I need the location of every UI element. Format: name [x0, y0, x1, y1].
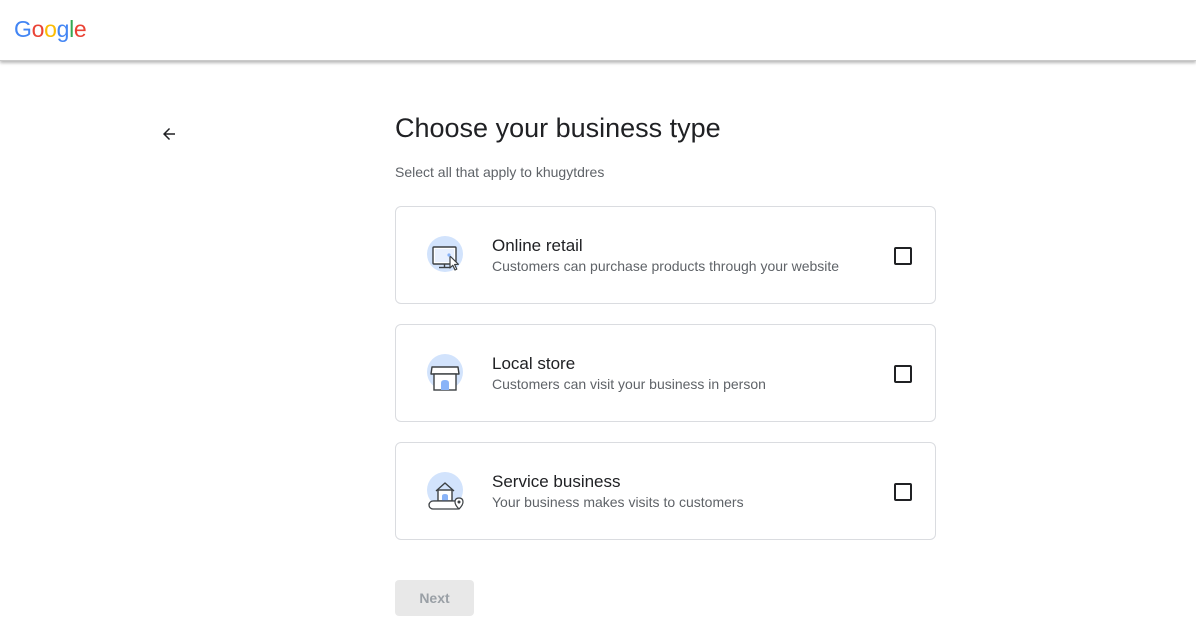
option-title: Online retail: [492, 236, 583, 255]
business-type-options: Online retail Customers can purchase pro…: [395, 206, 936, 540]
online-retail-checkbox[interactable]: [894, 247, 912, 265]
option-title: Local store: [492, 354, 576, 373]
option-description: Your business makes visits to customers: [492, 494, 744, 510]
page-title: Choose your business type: [395, 113, 721, 143]
monitor-cursor-icon: [427, 236, 463, 272]
option-text: Service business Your business makes vis…: [492, 471, 744, 511]
page-subtitle: Select all that apply to khugytdres: [395, 164, 605, 180]
option-service-business[interactable]: Service business Your business makes vis…: [395, 442, 936, 540]
top-bar: Google: [0, 0, 1196, 61]
option-title: Service business: [492, 472, 621, 491]
option-online-retail[interactable]: Online retail Customers can purchase pro…: [395, 206, 936, 304]
option-local-store[interactable]: Local store Customers can visit your bus…: [395, 324, 936, 422]
house-map-pin-icon: [427, 472, 464, 510]
option-text: Online retail Customers can purchase pro…: [492, 235, 839, 275]
option-text: Local store Customers can visit your bus…: [492, 353, 766, 393]
back-button[interactable]: [155, 120, 183, 148]
local-store-checkbox[interactable]: [894, 365, 912, 383]
google-logo[interactable]: Google: [14, 13, 87, 45]
next-button[interactable]: Next: [395, 580, 474, 616]
logo-letter: o: [44, 16, 57, 42]
arrow-left-icon: [163, 128, 175, 140]
option-description: Customers can purchase products through …: [492, 258, 840, 274]
logo-letter: o: [31, 16, 45, 42]
logo-letter: g: [56, 16, 70, 42]
storefront-icon: [427, 354, 463, 391]
service-business-checkbox[interactable]: [894, 483, 912, 501]
logo-letter: G: [14, 16, 32, 42]
option-description: Customers can visit your business in per…: [492, 376, 766, 392]
logo-letter: e: [73, 16, 87, 42]
main-content: Choose your business type Select all tha…: [395, 110, 936, 560]
